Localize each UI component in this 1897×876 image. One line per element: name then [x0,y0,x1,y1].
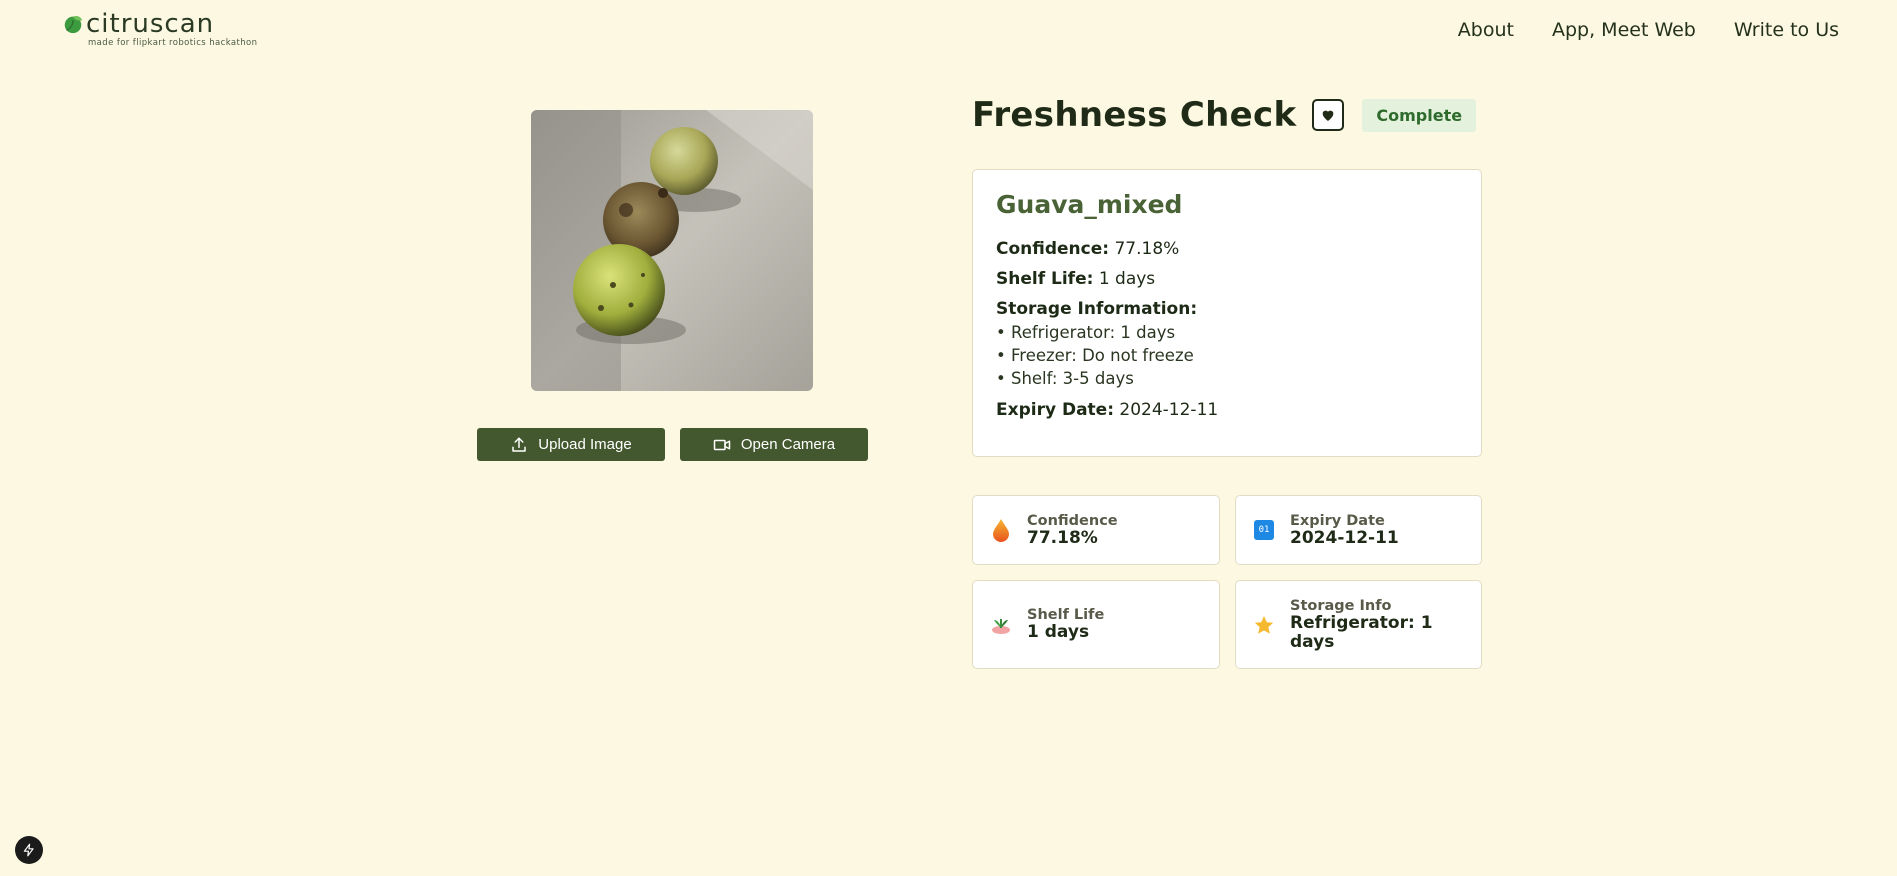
status-badge: Complete [1362,98,1477,132]
storage-heading: Storage Information: [996,299,1198,319]
fruit-name: Guava_mixed [996,190,1183,219]
stat-card-confidence: Confidence 77.18% [972,495,1220,565]
image-actions: Upload Image Open Camera [477,428,868,461]
uploaded-fruit-image [531,110,813,391]
storage-item: • Refrigerator: 1 days [996,323,1176,342]
stat-value: 2024-12-11 [1290,527,1399,548]
stat-card-storage: Storage Info Refrigerator: 1 days [1235,580,1482,669]
shelf-life-line: Shelf Life: 1 days [996,269,1458,289]
plant-icon [989,613,1013,637]
confidence-value: 77.18% [1114,239,1180,259]
stat-label: Expiry Date [1290,512,1385,529]
storage-item: • Shelf: 3-5 days [996,369,1134,388]
confidence-label: Confidence: [996,239,1110,259]
video-camera-icon [713,439,731,450]
upload-image-button[interactable]: Upload Image [477,428,665,461]
stat-value: Refrigerator: 1 days [1290,612,1433,652]
shelf-life-label: Shelf Life: [996,269,1094,289]
guava-photo [531,110,813,391]
bolt-button[interactable] [15,836,43,864]
expiry-value: 2024-12-11 [1119,400,1219,420]
star-icon [1252,613,1276,637]
page-title: Freshness Check [972,95,1297,135]
brand-tagline: made for flipkart robotics hackathon [88,38,258,48]
drop-icon [989,518,1013,542]
nav-app-meet-web[interactable]: App, Meet Web [1552,19,1696,41]
stat-label: Shelf Life [1027,607,1105,623]
result-header: Freshness Check Complete [972,95,1477,135]
confidence-line: Confidence: 77.18% [996,239,1458,259]
calendar-icon: 01 [1252,518,1276,542]
favorite-button[interactable] [1312,99,1345,131]
stat-card-expiry: 01 Expiry Date 2024-12-11 [1235,495,1482,565]
brand-name: citruscan [86,9,215,39]
expiry-label: Expiry Date: [996,400,1114,420]
stat-value: 77.18% [1027,527,1098,548]
upload-icon [512,437,527,452]
heart-icon [1323,110,1334,121]
stat-label: Confidence [1027,512,1118,529]
upload-image-label: Upload Image [538,436,632,453]
lightning-icon [23,843,34,857]
stat-label: Storage Info [1290,597,1392,614]
expiry-line: Expiry Date: 2024-12-11 [996,400,1458,420]
storage-item: • Freezer: Do not freeze [996,346,1194,365]
stat-value: 1 days [1027,622,1090,642]
leaf-logo-icon [64,15,83,34]
top-nav: About App, Meet Web Write to Us [1458,19,1839,41]
nav-write-to-us[interactable]: Write to Us [1734,19,1839,41]
stat-card-shelf-life: Shelf Life 1 days [972,580,1220,669]
result-card: Guava_mixed Confidence: 77.18% Shelf Lif… [972,169,1482,457]
brand-logo[interactable]: citruscan made for flipkart robotics hac… [62,9,258,48]
open-camera-button[interactable]: Open Camera [680,428,868,461]
nav-about[interactable]: About [1458,19,1514,41]
shelf-life-value: 1 days [1098,269,1156,289]
open-camera-label: Open Camera [740,436,836,453]
